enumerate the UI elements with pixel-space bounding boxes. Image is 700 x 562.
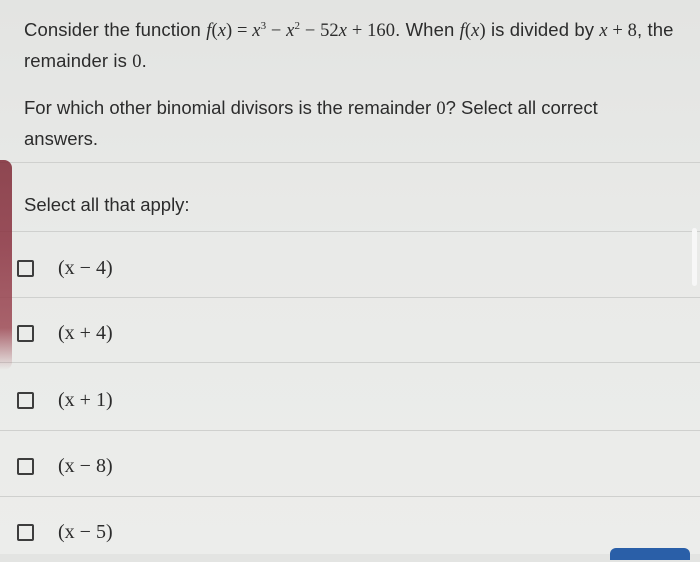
answer-option[interactable]: (x − 4) [0,238,700,298]
option-label: (x − 8) [58,454,113,477]
question-page: Consider the function f(x) = x3 − x2 − 5… [0,0,700,560]
question-prompt: For which other binomial divisors is the… [24,93,674,153]
zero-value: 0 [132,52,142,73]
prompt-zero: 0 [436,99,446,119]
divider [0,231,700,232]
question-statement: Consider the function f(x) = x3 − x2 − 5… [24,19,674,73]
checkbox[interactable] [17,523,34,541]
scrollbar-thumb[interactable] [692,228,697,286]
left-edge-marker [0,160,12,370]
prompt-start: For which other binomial divisors is the… [24,97,432,118]
option-label: (x − 4) [58,256,113,279]
option-label: (x − 5) [58,520,113,543]
question-intro: Consider the function [24,19,201,41]
option-label: (x + 4) [58,321,113,344]
option-label: (x + 1) [58,388,113,411]
by-text: by [574,19,595,41]
divider [0,297,700,298]
when-text: When [405,19,455,41]
select-instruction: Select all that apply: [24,194,190,215]
answer-option[interactable]: (x + 1) [0,370,700,430]
divider [0,162,700,163]
answer-option[interactable]: (x − 8) [0,436,700,496]
next-button[interactable] [610,548,690,560]
fx-expression: f(x) [459,21,486,42]
answer-option[interactable]: (x − 5) [0,502,700,562]
function-expression: f(x) = x3 − x2 − 52x + 160 [206,20,396,42]
divider [0,362,700,363]
checkbox[interactable] [17,324,34,342]
checkbox[interactable] [17,457,34,475]
divided-text: is divided [490,19,570,41]
checkbox[interactable] [17,391,34,409]
checkbox[interactable] [17,259,34,277]
answer-option[interactable]: (x + 4) [0,303,700,363]
divider [0,430,700,431]
divisor-expression: x + 8 [599,21,637,42]
divider [0,496,700,497]
